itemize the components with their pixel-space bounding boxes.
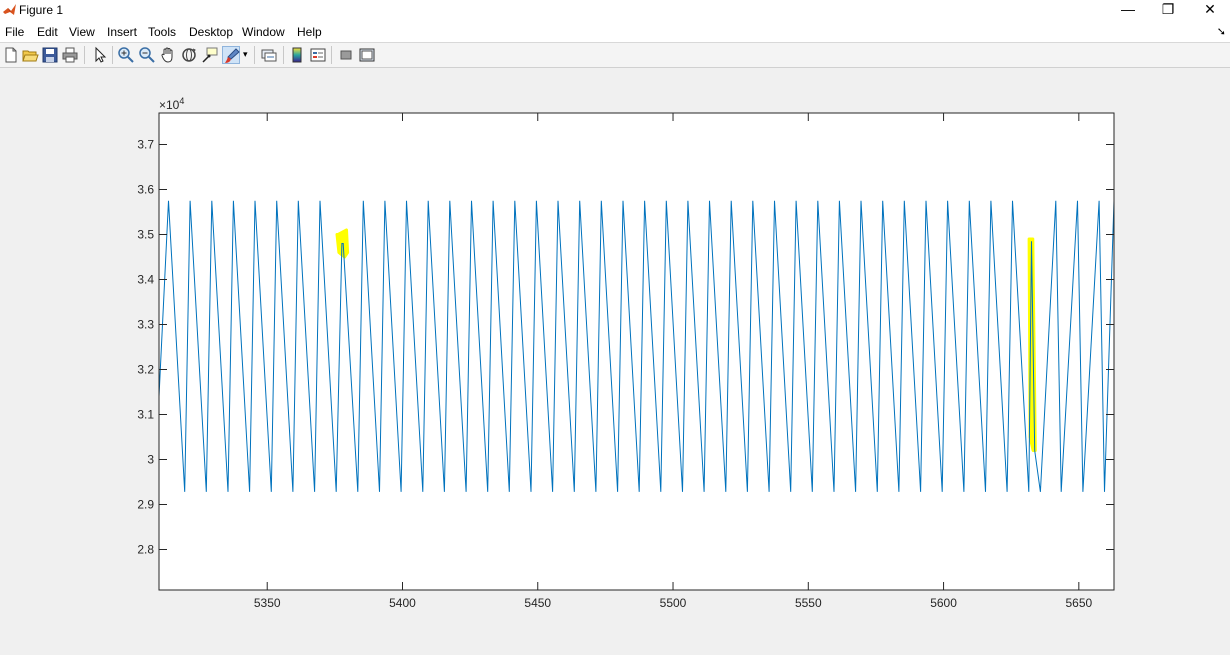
rotate-3d-icon[interactable]	[180, 46, 198, 64]
x-tick-label: 5500	[660, 596, 687, 610]
menu-file[interactable]: File	[5, 25, 24, 39]
link-plot-icon[interactable]	[260, 46, 278, 64]
title-bar: Figure 1 — ❐ ✕	[0, 0, 1230, 20]
menu-insert[interactable]: Insert	[107, 25, 137, 39]
menu-desktop[interactable]: Desktop	[189, 25, 233, 39]
x-tick-label: 5550	[795, 596, 822, 610]
show-plot-tools-icon[interactable]	[358, 46, 376, 64]
brush-dropdown-arrow-icon[interactable]: ▾	[243, 49, 248, 60]
save-icon[interactable]	[41, 46, 59, 64]
y-tick-label: 3.5	[137, 228, 154, 242]
menu-view[interactable]: View	[69, 25, 95, 39]
x-tick-label: 5450	[524, 596, 551, 610]
data-cursor-icon[interactable]	[201, 46, 219, 64]
x-tick-label: 5600	[930, 596, 957, 610]
axes-background[interactable]	[159, 113, 1114, 590]
insert-legend-icon[interactable]	[309, 46, 327, 64]
hide-plot-tools-icon[interactable]	[337, 46, 355, 64]
y-tick-label: 3.1	[137, 408, 154, 422]
y-tick-label: 3.3	[137, 318, 154, 332]
menu-bar: File Edit View Insert Tools Desktop Wind…	[0, 20, 1230, 43]
window-title: Figure 1	[19, 3, 64, 17]
y-tick-label: 3.6	[137, 183, 154, 197]
y-exponent-label: ×104	[159, 96, 184, 112]
y-tick-label: 2.9	[137, 498, 154, 512]
new-figure-icon[interactable]	[2, 46, 20, 64]
zoom-in-icon[interactable]	[117, 46, 135, 64]
figure-toolbar: ▾	[0, 43, 1230, 68]
y-tick-label: 3.4	[137, 273, 154, 287]
zoom-out-icon[interactable]	[138, 46, 156, 64]
edit-plot-arrow-icon[interactable]	[90, 46, 108, 64]
menu-window[interactable]: Window	[242, 25, 285, 39]
line-plot[interactable]: 5350 5400 5450 5500 5550 5600 5650 2.8 2.9 3 3.1 3.…	[0, 68, 1230, 655]
dock-arrow-icon[interactable]: ➘	[1217, 25, 1226, 38]
brush-icon[interactable]	[222, 46, 240, 64]
x-tick-label: 5650	[1065, 596, 1092, 610]
y-tick-label: 3.7	[137, 138, 154, 152]
matlab-logo-icon	[2, 2, 17, 17]
y-tick-label: 3.2	[137, 363, 154, 377]
toolbar-separator	[112, 46, 113, 64]
x-tick-label: 5350	[254, 596, 281, 610]
minimize-button[interactable]: —	[1108, 0, 1148, 20]
toolbar-separator	[331, 46, 332, 64]
insert-colorbar-icon[interactable]	[288, 46, 306, 64]
figure-canvas[interactable]: 5350 5400 5450 5500 5550 5600 5650 2.8 2.9 3 3.1 3.…	[0, 68, 1230, 655]
toolbar-separator	[254, 46, 255, 64]
open-file-icon[interactable]	[21, 46, 39, 64]
menu-help[interactable]: Help	[297, 25, 322, 39]
toolbar-separator	[84, 46, 85, 64]
print-icon[interactable]	[61, 46, 79, 64]
toolbar-separator	[283, 46, 284, 64]
y-tick-label: 3	[147, 453, 154, 467]
y-tick-label: 2.8	[137, 543, 154, 557]
restore-button[interactable]: ❐	[1148, 0, 1188, 20]
close-button[interactable]: ✕	[1190, 0, 1230, 20]
x-tick-label: 5400	[389, 596, 416, 610]
menu-edit[interactable]: Edit	[37, 25, 58, 39]
pan-hand-icon[interactable]	[159, 46, 177, 64]
menu-tools[interactable]: Tools	[148, 25, 176, 39]
